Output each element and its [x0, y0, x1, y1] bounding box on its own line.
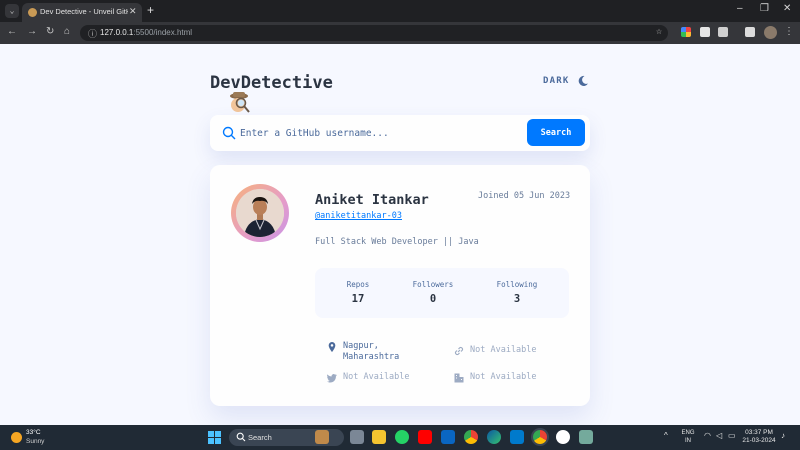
moon-icon	[579, 75, 589, 86]
back-arrow-icon[interactable]: ←	[7, 26, 17, 37]
search-input[interactable]	[240, 123, 520, 143]
language-region: IN	[685, 438, 691, 444]
forward-arrow-icon[interactable]: →	[27, 26, 37, 37]
vscode-icon[interactable]	[510, 430, 524, 444]
profile-joined-date: Joined 05 Jun 2023	[478, 191, 571, 201]
restore-icon[interactable]: ❐	[760, 3, 769, 14]
company-building-icon	[454, 373, 464, 383]
user-photo	[236, 189, 284, 237]
theme-toggle[interactable]: DARK	[543, 75, 589, 87]
stat-repos-label: Repos	[346, 280, 370, 289]
stat-repos: Repos 17	[323, 280, 393, 305]
tray-chevron-up-icon[interactable]: ^	[664, 431, 668, 440]
company-text: Not Available	[470, 372, 537, 382]
profile-avatar[interactable]	[764, 26, 777, 39]
weather-temperature: 33°C	[26, 429, 41, 436]
new-tab-icon[interactable]: +	[147, 3, 154, 17]
extensions-puzzle-icon[interactable]	[718, 27, 728, 37]
twitter-text: Not Available	[343, 372, 410, 382]
bookmark-star-icon[interactable]: ☆	[656, 26, 662, 37]
task-view-icon[interactable]	[350, 430, 364, 444]
language-indicator[interactable]: ENG IN	[680, 429, 696, 445]
window-close-icon[interactable]: ✕	[783, 3, 791, 14]
stat-followers-value: 0	[429, 293, 437, 305]
sun-weather-icon[interactable]	[11, 432, 22, 443]
github-icon[interactable]	[556, 430, 570, 444]
os-taskbar: 33°C Sunny Search ^ ENG IN ◠ ◁ ▭ 03:37 P…	[0, 425, 800, 450]
profile-card: Aniket Itankar Joined 05 Jun 2023 @anike…	[210, 165, 590, 406]
detective-favicon-icon	[28, 8, 37, 17]
minimize-icon[interactable]: –	[737, 3, 743, 14]
browser-tab-active[interactable]: Dev Detective - Unveil GitHub P ✕	[22, 3, 142, 22]
chrome-active-icon[interactable]	[533, 430, 547, 444]
taskbar-search[interactable]: Search	[229, 429, 344, 446]
weather-condition: Sunny	[26, 438, 45, 445]
avatar-ring	[231, 184, 289, 242]
color-picker-extension-icon[interactable]	[681, 27, 691, 37]
youtube-icon[interactable]	[418, 430, 432, 444]
side-panel-icon[interactable]	[745, 27, 755, 37]
reload-icon[interactable]: ↻	[46, 26, 54, 37]
clock-date: 21-03-2024	[742, 437, 776, 444]
tab-search-chevron-icon[interactable]: ⌄	[5, 4, 19, 18]
language-code: ENG	[681, 430, 695, 436]
browser-menu-icon[interactable]: ⋮	[784, 26, 794, 37]
address-url: 127.0.0.1:5500/index.html	[100, 28, 193, 37]
search-button[interactable]: Search	[527, 119, 585, 146]
taskbar-clock[interactable]: 03:37 PM 21-03-2024	[741, 429, 777, 445]
volume-icon[interactable]: ◁	[716, 431, 722, 440]
wifi-icon[interactable]: ◠	[704, 431, 711, 440]
search-icon	[222, 126, 236, 140]
windows-start-icon[interactable]	[208, 431, 221, 444]
twitter-row: Not Available	[327, 372, 410, 383]
clock-time: 03:37 PM	[745, 429, 773, 436]
file-explorer-icon[interactable]	[372, 430, 386, 444]
taskbar-search-label: Search	[248, 433, 272, 442]
browser-tab-strip: ⌄ Dev Detective - Unveil GitHub P ✕ + – …	[0, 0, 800, 22]
stat-followers: Followers 0	[398, 280, 468, 305]
location-row: Nagpur, Maharashtra	[327, 341, 399, 363]
stat-repos-value: 17	[351, 293, 365, 305]
whatsapp-icon[interactable]	[395, 430, 409, 444]
theme-toggle-label: DARK	[543, 76, 570, 86]
stat-following-label: Following	[496, 280, 538, 289]
browser-toolbar: ← → ↻ ⌂ ⓘ 127.0.0.1:5500/index.html ☆ ⋮	[0, 22, 800, 44]
location-pin-icon	[328, 342, 336, 352]
search-bar: Search	[210, 115, 590, 151]
location-text: Nagpur, Maharashtra	[343, 341, 400, 362]
website-row: Not Available	[454, 345, 537, 356]
stat-followers-label: Followers	[412, 280, 454, 289]
profile-name: Aniket Itankar	[315, 192, 429, 208]
app-logo-text: DevDetective	[210, 73, 333, 93]
notes-extension-icon[interactable]	[700, 27, 710, 37]
linkedin-icon[interactable]	[441, 430, 455, 444]
edge-icon[interactable]	[487, 430, 501, 444]
profile-stats: Repos 17 Followers 0 Following 3	[315, 268, 569, 318]
chatgpt-icon[interactable]	[579, 430, 593, 444]
link-chain-icon	[454, 346, 464, 356]
twitter-bird-icon	[327, 374, 337, 383]
company-row: Not Available	[454, 372, 537, 383]
profile-bio: Full Stack Web Developer || Java	[315, 237, 479, 247]
home-icon[interactable]: ⌂	[64, 26, 70, 37]
detective-mascot-icon	[230, 92, 250, 113]
stat-following-value: 3	[513, 293, 521, 305]
battery-icon[interactable]: ▭	[728, 431, 736, 440]
taskbar-search-icon	[236, 432, 246, 442]
tab-title: Dev Detective - Unveil GitHub P	[40, 7, 128, 16]
website-text: Not Available	[470, 345, 537, 355]
address-bar[interactable]: ⓘ 127.0.0.1:5500/index.html ☆	[80, 25, 668, 41]
chrome-icon[interactable]	[464, 430, 478, 444]
avatar	[236, 189, 284, 237]
search-highlight-icon	[315, 430, 329, 444]
tab-close-icon[interactable]: ✕	[129, 6, 137, 17]
site-info-icon[interactable]: ⓘ	[88, 27, 97, 40]
notification-bell-icon[interactable]: ♪	[781, 431, 785, 440]
profile-handle-link[interactable]: @aniketitankar-03	[315, 211, 402, 221]
stat-following: Following 3	[482, 280, 552, 305]
